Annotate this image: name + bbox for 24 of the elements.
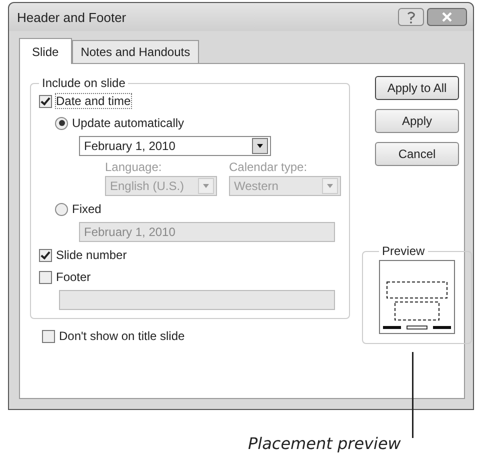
callout-label: Placement preview <box>248 434 401 453</box>
group-title: Preview <box>381 244 426 258</box>
help-icon[interactable] <box>398 8 424 26</box>
dialog-button[interactable]: Cancel <box>375 142 459 166</box>
checkbox-label: Slide number <box>56 248 127 262</box>
dialog-button[interactable]: Apply to All <box>375 76 459 100</box>
date-dropdown[interactable]: February 1, 2010 <box>79 136 271 156</box>
group-title: Include on slide <box>41 76 126 90</box>
checkbox[interactable] <box>39 248 52 262</box>
checkbox-label: Date and time <box>56 94 131 108</box>
tab[interactable]: Slide <box>19 38 72 64</box>
field-label: Language: <box>105 160 163 174</box>
checkbox-label: Don't show on title slide <box>59 329 185 343</box>
field-label: Calendar type: <box>229 160 308 174</box>
checkbox-label: Footer <box>56 270 91 284</box>
window-title: Header and Footer <box>17 10 126 24</box>
radio-label: Update automatically <box>72 116 184 130</box>
checkbox[interactable] <box>39 94 52 108</box>
radio-label: Fixed <box>72 202 102 216</box>
radio-button[interactable] <box>55 116 68 130</box>
checkbox[interactable] <box>42 330 55 342</box>
close-icon[interactable] <box>427 8 467 26</box>
tab[interactable]: Notes and Handouts <box>72 40 200 63</box>
dialog-button[interactable]: Apply <box>375 109 459 133</box>
